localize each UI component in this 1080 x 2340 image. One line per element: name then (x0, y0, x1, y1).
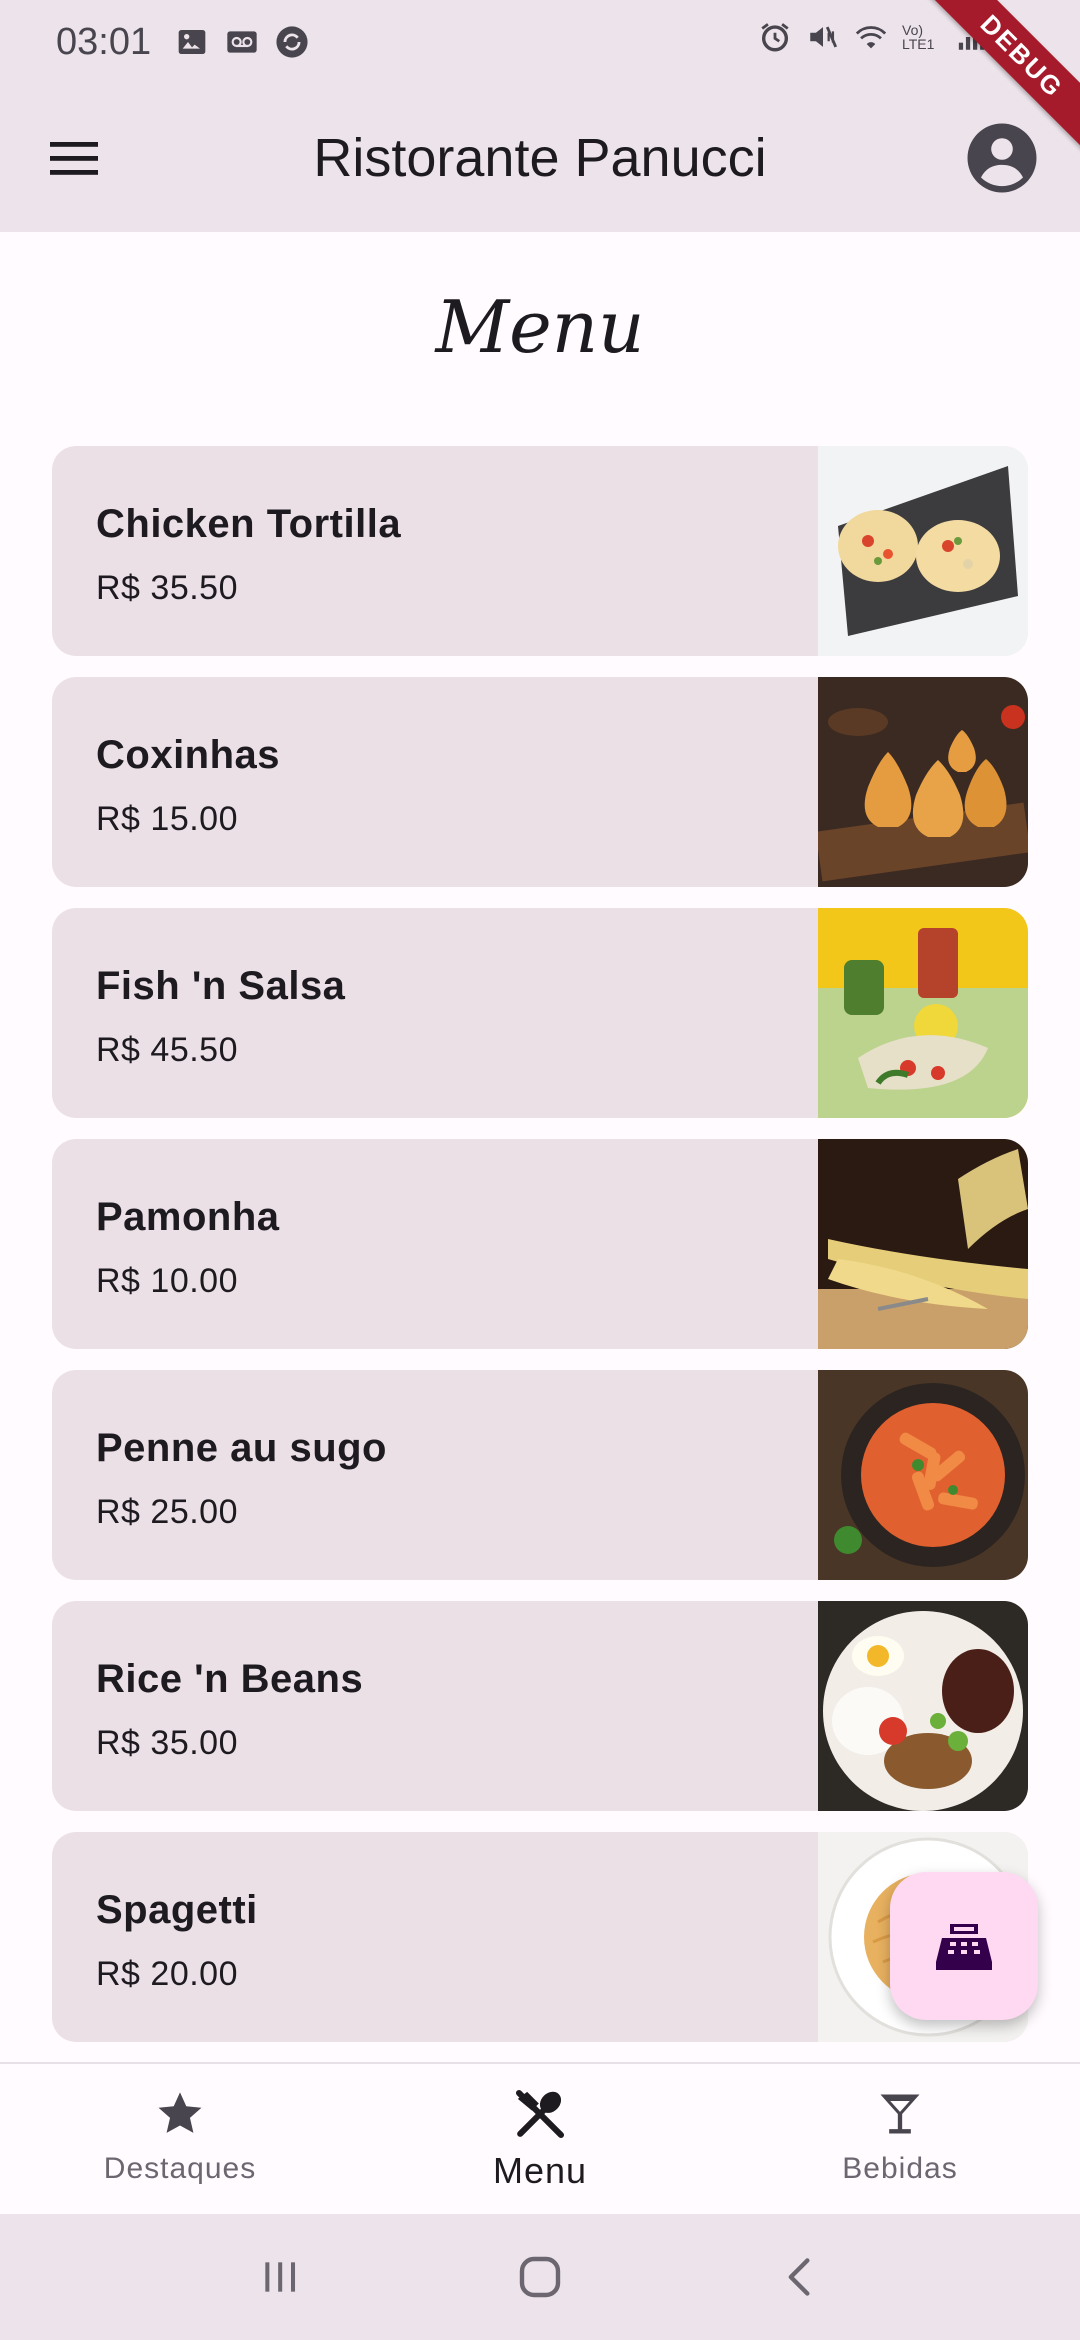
pamonha-image (818, 1139, 1028, 1349)
menu-item-card[interactable]: Chicken Tortilla R$ 35.50 (52, 446, 1028, 656)
menu-item-price: R$ 20.00 (96, 1955, 238, 1993)
menu-item-price: R$ 45.50 (96, 1031, 238, 1069)
menu-item-card[interactable]: Rice 'n Beans R$ 35.00 (52, 1601, 1028, 1811)
menu-item-card[interactable]: Coxinhas R$ 15.00 (52, 677, 1028, 887)
menu-item-price: R$ 35.00 (96, 1724, 238, 1762)
nav-label: Destaques (103, 2152, 257, 2185)
menu-button[interactable] (40, 124, 108, 192)
menu-item-name: Pamonha (96, 1195, 280, 1239)
account-button[interactable] (964, 120, 1040, 196)
menu-item-card[interactable]: Fish 'n Salsa R$ 45.50 (52, 908, 1028, 1118)
app-title: Ristorante Panucci (313, 128, 767, 188)
bottom-navigation: Destaques Menu Bebidas (0, 2062, 1080, 2214)
nav-item-menu[interactable]: Menu (360, 2064, 720, 2214)
menu-item-name: Coxinhas (96, 733, 281, 777)
gallery-icon (175, 25, 209, 59)
home-icon (519, 2256, 561, 2298)
status-time: 03:01 (56, 20, 152, 63)
star-icon (152, 2086, 208, 2142)
menu-item-name: Rice 'n Beans (96, 1657, 364, 1701)
sync-app-icon (275, 25, 309, 59)
menu-item-card[interactable]: Penne au sugo R$ 25.00 (52, 1370, 1028, 1580)
coxinhas-image (818, 677, 1028, 887)
menu-item-name: Chicken Tortilla (96, 502, 402, 546)
app-bar: Ristorante Panucci (0, 84, 1080, 232)
home-button[interactable] (500, 2237, 580, 2317)
menu-item-name: Penne au sugo (96, 1426, 387, 1470)
network-label: Vo) LTE1 (902, 22, 935, 52)
nav-item-destaques[interactable]: Destaques (0, 2064, 360, 2214)
fish-n-salsa-image (818, 908, 1028, 1118)
system-navigation-bar (0, 2214, 1080, 2340)
menu-item-name: Spagetti (96, 1888, 258, 1932)
page-title: Menu (435, 285, 645, 369)
back-button[interactable] (760, 2237, 840, 2317)
menu-item-price: R$ 35.50 (96, 569, 238, 607)
nav-label: Bebidas (842, 2152, 958, 2185)
menu-item-price: R$ 10.00 (96, 1262, 238, 1300)
penne-au-sugo-image (818, 1370, 1028, 1580)
cart-fab[interactable] (890, 1872, 1038, 2020)
menu-item-name: Fish 'n Salsa (96, 964, 346, 1008)
menu-item-card[interactable]: Pamonha R$ 10.00 (52, 1139, 1028, 1349)
menu-list: Chicken Tortilla R$ 35.50 Coxinhas R$ 15… (52, 446, 1028, 2063)
back-icon (788, 2258, 810, 2296)
recent-apps-icon (265, 2262, 296, 2292)
mute-icon (806, 20, 840, 54)
hamburger-icon (50, 142, 98, 175)
cocktail-icon (872, 2086, 928, 2142)
restaurant-icon (512, 2086, 568, 2142)
rice-n-beans-image (818, 1601, 1028, 1811)
menu-item-price: R$ 15.00 (96, 800, 238, 838)
alarm-icon (758, 20, 792, 54)
voicemail-icon (225, 25, 259, 59)
account-circle-icon (967, 123, 1037, 193)
menu-item-card[interactable]: Spagetti R$ 20.00 (52, 1832, 1028, 2042)
menu-item-price: R$ 25.00 (96, 1493, 238, 1531)
cash-register-icon (936, 1924, 992, 1970)
chicken-tortilla-image (818, 446, 1028, 656)
nav-item-bebidas[interactable]: Bebidas (720, 2064, 1080, 2214)
nav-label: Menu (492, 2150, 588, 2191)
status-bar: 03:01 Vo) LTE1 (0, 0, 1080, 84)
wifi-icon (854, 20, 888, 54)
recent-apps-button[interactable] (240, 2237, 320, 2317)
